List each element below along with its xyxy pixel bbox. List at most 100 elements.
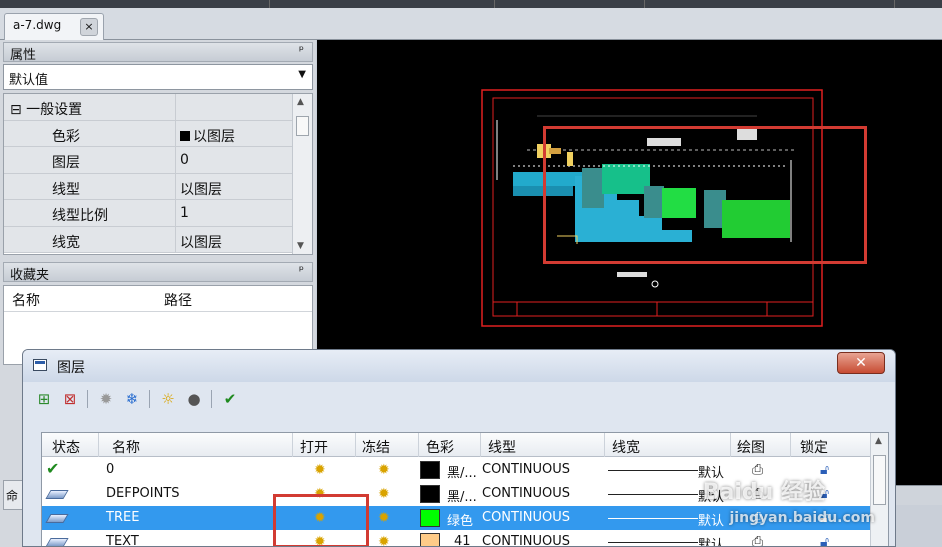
layer-color-swatch[interactable] [420,509,440,527]
layer-linetype[interactable]: CONTINUOUS [482,534,570,546]
property-value: 以图层 [177,121,292,147]
toolbar-separator [149,390,150,408]
pin-icon[interactable]: ᵖ [299,263,304,277]
layer-color-label: 黑/... [447,490,477,505]
property-key: 线宽 [4,226,176,252]
on-column-highlight-box [273,494,369,546]
property-row-layer[interactable]: 图层 0 [4,147,312,174]
apply-check-icon[interactable]: ✔ [219,388,241,410]
layer-row[interactable]: TEXT ✹ ✹ 41 CONTINUOUS 默认 ⎙ 🔓︎ [42,530,872,547]
property-row-linetype-scale[interactable]: 线型比例 1 [4,200,312,227]
watermark-logo: Baidu 经验 [702,480,825,505]
favorites-header: 名称 路径 [4,286,312,312]
col-name-header[interactable]: 名称 [112,437,140,457]
property-row-color[interactable]: 色彩 以图层 [4,120,312,147]
layer-linetype[interactable]: CONTINUOUS [482,510,570,525]
col-color-header[interactable]: 色彩 [426,437,454,457]
current-layer-check-icon[interactable]: ✔ [46,459,59,478]
close-tab-icon[interactable]: × [80,18,98,36]
property-group-row[interactable]: ⊟ 一般设置 [4,94,312,121]
scroll-up-icon[interactable]: ▲ [875,436,882,446]
property-row-lineweight[interactable]: 线宽 以图层 [4,226,312,253]
layer-dialog: 图层 ✕ ⊞ ⊠ ✹ ❄ ☼ ● ✔ 状态 名称 打开 冻结 色彩 线型 线宽 [22,349,896,547]
scroll-thumb[interactable] [873,455,886,505]
layer-table-header: 状态 名称 打开 冻结 色彩 线型 线宽 绘图 锁定 [42,433,888,457]
scroll-down-icon[interactable]: ▼ [297,241,304,251]
property-row-linetype[interactable]: 线型 以图层 [4,173,312,200]
menu-segment [495,0,645,8]
col-freeze-header[interactable]: 冻结 [362,437,390,457]
column-divider [292,433,293,457]
layer-color-label: 41 [454,534,471,547]
column-divider [418,433,419,457]
property-key: 线型 [4,173,176,199]
layer-color-swatch[interactable] [420,485,440,503]
col-lineweight-header[interactable]: 线宽 [612,437,640,457]
unlock-icon[interactable]: 🔓︎ [820,534,829,546]
toolbar-separator [211,390,212,408]
properties-grid: ⊟ 一般设置 色彩 以图层 图层 0 线型 以图层 线型比例 1 线宽 以图层 … [3,93,313,255]
col-linetype-header[interactable]: 线型 [488,437,516,457]
properties-scrollbar[interactable]: ▲ ▼ [292,94,312,254]
favorites-panel-title: 收藏夹 ᵖ [3,262,313,283]
menu-segment [270,0,495,8]
plot-printer-icon[interactable]: ⎙ [752,534,763,546]
snowflake-icon[interactable]: ❄ [121,388,143,410]
document-tab-label: a-7.dwg [13,18,62,32]
layer-status-icon[interactable] [45,514,69,523]
property-value-text: 以图层 [193,128,235,145]
col-plot-header[interactable]: 绘图 [737,437,765,457]
property-selector-dropdown[interactable]: 默认值 ▼ [3,64,313,90]
delete-layer-icon[interactable]: ⊠ [59,388,81,410]
column-divider [98,433,99,457]
column-divider [604,433,605,457]
layer-linetype[interactable]: CONTINUOUS [482,462,570,477]
new-layer-icon[interactable]: ⊞ [33,388,55,410]
lineweight-sample [608,542,698,543]
layer-lineweight[interactable]: 默认 [698,534,724,546]
sun-icon[interactable]: ☼ [157,388,179,410]
layer-thaw-icon[interactable]: ✹ [378,510,390,526]
lineweight-sample [608,518,698,519]
layer-thaw-icon[interactable]: ✹ [378,534,390,546]
column-divider [480,433,481,457]
layer-name: 0 [106,462,115,477]
property-key: 色彩 [4,120,176,146]
property-value: 0 [180,152,189,168]
property-value: 以图层 [180,181,222,198]
property-value [177,94,292,120]
scroll-thumb[interactable] [296,116,309,136]
favorites-title-text: 收藏夹 [10,268,50,283]
property-selector-value: 默认值 [9,73,49,88]
property-value: 以图层 [180,234,222,251]
layer-status-icon[interactable] [45,490,69,499]
layer-on-icon[interactable]: ✹ [314,462,326,478]
chevron-down-icon: ▼ [298,69,306,80]
col-on-header[interactable]: 打开 [300,437,328,457]
col-status-header[interactable]: 状态 [52,437,80,457]
scroll-up-icon[interactable]: ▲ [297,97,304,107]
layer-lineweight[interactable]: 默认 [698,510,724,529]
layer-linetype[interactable]: CONTINUOUS [482,486,570,501]
layer-name: TREE [106,510,140,525]
dialog-titlebar[interactable]: 图层 ✕ [23,350,895,382]
property-key: 线型比例 [4,200,176,226]
layer-table-scrollbar[interactable]: ▲ [870,433,888,546]
document-tab[interactable]: a-7.dwg × [4,13,104,40]
pin-icon[interactable]: ᵖ [299,43,304,57]
layer-status-icon[interactable] [45,538,69,546]
layer-color-swatch[interactable] [420,533,440,546]
col-lock-header[interactable]: 锁定 [800,437,828,457]
layer-thaw-icon[interactable]: ✹ [378,462,390,478]
layer-color-swatch[interactable] [420,461,440,479]
layer-toolbar: ⊞ ⊠ ✹ ❄ ☼ ● ✔ [31,386,886,414]
bulb-icon[interactable]: ● [183,388,205,410]
layers-icon [33,359,47,371]
freeze-all-icon[interactable]: ✹ [95,388,117,410]
layer-color-label: 黑/... [447,466,477,481]
dialog-close-button[interactable]: ✕ [837,352,885,374]
layer-thaw-icon[interactable]: ✹ [378,486,390,502]
property-key: ⊟ 一般设置 [4,94,176,120]
column-name-header[interactable]: 名称 [12,290,40,310]
column-path-header[interactable]: 路径 [164,290,192,310]
